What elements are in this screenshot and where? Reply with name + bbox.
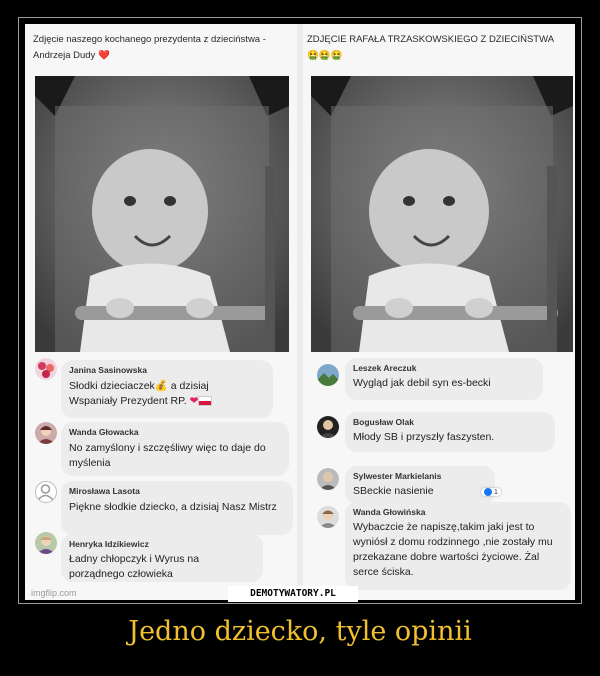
left-caption-text: Zdjęcie naszego kochanego prezydenta z d… [33,34,266,61]
comment-author[interactable]: Mirosława Lasota [69,486,285,497]
person-avatar-icon [35,532,57,554]
comment-janina: Janina Sasinowska Słodki dzieciaczek💰 a … [25,358,297,418]
avatar[interactable] [317,416,339,438]
left-panel: Zdjęcie naszego kochanego prezydenta z d… [25,24,297,600]
comment-author[interactable]: Wanda Głowińska [353,507,563,518]
comment-text: Ładny chłopczyk i Wyrus na porządnego cz… [69,553,200,580]
comment-wanda-g: Wanda Głowacka No zamyślony i szczęśliwy… [25,422,297,478]
comment-bubble: Janina Sasinowska Słodki dzieciaczek💰 a … [61,360,273,418]
comment-text: Wybaczcie że napiszę,takim jaki jest to … [353,521,553,578]
comment-text-cont: a dzisiaj [167,380,209,392]
comment-author[interactable]: Sylwester Markielanis [353,471,487,482]
comment-text: Słodki dzieciaczek [69,380,155,392]
baby-photo-left [35,76,289,352]
comment-text: Młody SB i przyszły faszysten. [353,431,495,443]
avatar[interactable] [35,422,57,444]
comment-bubble: Henryka Idzikiewicz Ładny chłopczyk i Wy… [61,534,263,582]
person-avatar-icon [35,422,57,444]
like-icon [484,488,492,496]
comment-author[interactable]: Henryka Idzikiewicz [69,539,255,550]
site-tag[interactable]: DEMOTYWATORY.PL [228,586,358,602]
comment-bubble: Wanda Głowacka No zamyślony i szczęśliwy… [61,422,289,476]
person-avatar-icon [317,468,339,490]
poland-flag-icon [198,396,213,407]
comment-text: Piękne słodkie dziecko, a dzisiaj Nasz M… [69,501,277,513]
person-avatar-icon [317,416,339,438]
headline: Jedno dziecko, tyle opinii [128,616,472,647]
avatar[interactable] [317,364,339,386]
comment-wanda-glowinska: Wanda Głowińska Wybaczcie że napiszę,tak… [303,502,575,594]
reaction-badge[interactable]: 1 [481,488,501,496]
baby-photo-left-image [35,76,289,352]
comment-bubble: Wanda Głowińska Wybaczcie że napiszę,tak… [345,502,571,590]
flowers-avatar-icon [35,358,57,380]
avatar[interactable] [317,468,339,490]
comment-text: No zamyślony i szczęśliwy więc to daje d… [69,442,266,469]
comment-author[interactable]: Wanda Głowacka [69,427,281,438]
comment-text-line2: Wspaniały Prezydent RP. [69,395,187,407]
comment-leszek: Leszek Areczuk Wygląd jak debil syn es-b… [303,358,575,408]
nauseated-emoji-icon: 🤮🤮🤮 [307,50,343,61]
comment-author[interactable]: Janina Sasinowska [69,365,265,376]
landscape-avatar-icon [317,364,339,386]
comment-text: Wygląd jak debil syn es-becki [353,377,491,389]
meme-image: Zdjęcie naszego kochanego prezydenta z d… [25,24,575,600]
money-bag-emoji-icon: 💰 [154,380,168,392]
comment-author[interactable]: Leszek Areczuk [353,363,535,374]
comment-boguslaw: Bogusław Olak Młody SB i przyszły faszys… [303,412,575,456]
reaction-count: 1 [493,488,498,496]
avatar[interactable] [35,481,57,503]
heart-emoji-icon: ❤️ [97,50,110,61]
heart-emoji-icon: ❤ [189,395,199,407]
comment-bubble: Mirosława Lasota Piękne słodkie dziecko,… [61,481,293,535]
default-avatar-icon [37,484,54,501]
comment-miroslawa: Mirosława Lasota Piękne słodkie dziecko,… [25,481,297,537]
comment-bubble: Leszek Areczuk Wygląd jak debil syn es-b… [345,358,543,400]
avatar[interactable] [35,358,57,380]
right-caption-text: ZDJĘCIE RAFAŁA TRZASKOWSKIEGO Z DZIECIŃS… [307,34,554,45]
comment-author[interactable]: Bogusław Olak [353,417,547,428]
baby-photo-right [311,76,573,352]
right-panel: ZDJĘCIE RAFAŁA TRZASKOWSKIEGO Z DZIECIŃS… [303,24,575,600]
right-caption: ZDJĘCIE RAFAŁA TRZASKOWSKIEGO Z DZIECIŃS… [307,32,557,64]
comment-henryka: Henryka Idzikiewicz Ładny chłopczyk i Wy… [25,532,297,592]
avatar[interactable] [35,532,57,554]
avatar[interactable] [317,506,339,528]
baby-photo-right-image [311,76,573,352]
left-caption: Zdjęcie naszego kochanego prezydenta z d… [33,32,283,64]
comment-text: SBeckie nasienie [353,485,434,497]
person-avatar-icon [317,506,339,528]
comment-bubble: Bogusław Olak Młody SB i przyszły faszys… [345,412,555,452]
comment-bubble: Sylwester Markielanis SBeckie nasienie [345,466,495,504]
imgflip-watermark: imgflip.com [31,588,77,598]
